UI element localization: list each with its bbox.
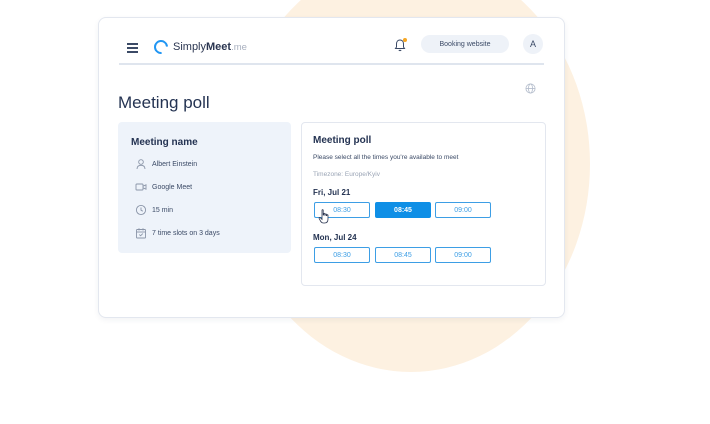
meeting-details-panel: Meeting name Albert Einstein Google Meet…	[118, 122, 291, 253]
brand-name: SimplyMeet.me	[173, 41, 247, 53]
person-icon	[136, 159, 146, 170]
poll-title: Meeting poll	[313, 135, 372, 146]
time-slot-button[interactable]: 09:00	[435, 202, 491, 218]
logo-icon	[151, 37, 171, 57]
app-window: SimplyMeet.me Booking website A Meeting …	[98, 17, 565, 318]
organizer-name: Albert Einstein	[152, 160, 198, 168]
bell-icon[interactable]	[394, 38, 407, 52]
time-slot-button-selected[interactable]: 08:45	[375, 202, 431, 218]
time-slot-button[interactable]: 08:30	[314, 247, 370, 263]
meeting-name-heading: Meeting name	[131, 137, 198, 148]
video-icon	[135, 183, 147, 191]
clock-icon	[135, 204, 147, 216]
duration-row: 15 min	[135, 204, 173, 216]
organizer-row: Albert Einstein	[135, 158, 197, 170]
poll-instruction: Please select all the times you're avail…	[313, 154, 459, 161]
location-row: Google Meet	[135, 181, 192, 193]
calendar-icon	[136, 228, 146, 239]
time-slot-button[interactable]: 09:00	[435, 247, 491, 263]
day-label: Fri, Jul 21	[313, 188, 351, 197]
hand-cursor-icon	[318, 209, 330, 224]
slots-summary-row: 7 time slots on 3 days	[135, 227, 220, 239]
location-text: Google Meet	[152, 183, 193, 191]
booking-website-button[interactable]: Booking website	[421, 35, 509, 53]
menu-icon[interactable]	[127, 43, 138, 53]
notification-dot	[403, 38, 407, 42]
header-divider	[119, 63, 544, 65]
slots-summary-text: 7 time slots on 3 days	[152, 229, 220, 237]
brand-logo[interactable]: SimplyMeet.me	[151, 37, 247, 57]
timezone-label: Timezone: Europe/Kyiv	[313, 171, 380, 178]
poll-panel: Meeting poll Please select all the times…	[301, 122, 546, 286]
time-slot-button[interactable]: 08:45	[375, 247, 431, 263]
duration-text: 15 min	[152, 206, 174, 214]
page-title: Meeting poll	[118, 93, 210, 112]
day-label: Mon, Jul 24	[313, 233, 357, 242]
avatar[interactable]: A	[523, 34, 543, 54]
globe-icon[interactable]	[525, 81, 536, 94]
